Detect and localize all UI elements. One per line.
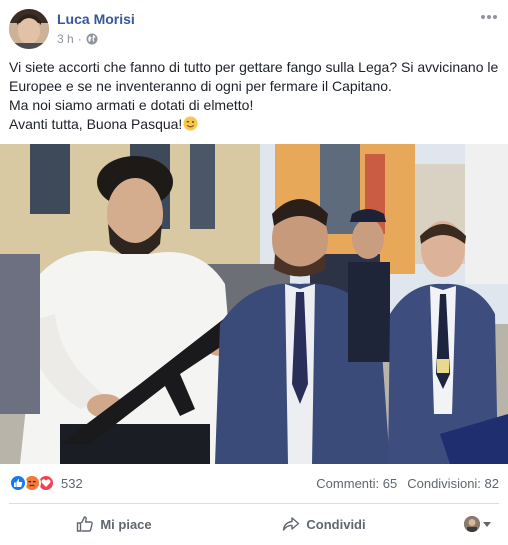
like-button[interactable]: Mi piace	[9, 506, 219, 542]
chevron-down-icon	[483, 521, 491, 527]
thumbs-up-icon	[77, 516, 94, 532]
winking-face-icon	[183, 116, 198, 131]
like-label: Mi piace	[100, 516, 152, 532]
post-time[interactable]: 3 h	[57, 32, 74, 46]
post-photo[interactable]	[0, 144, 508, 464]
viewer-avatar	[464, 516, 480, 532]
share-button[interactable]: Condividi	[219, 506, 429, 542]
reactions-summary[interactable]: 532	[9, 474, 83, 492]
divider	[9, 503, 499, 504]
post-text-line: Vi siete accorti che fanno di tutto per …	[9, 59, 499, 75]
author-avatar[interactable]	[9, 9, 49, 49]
engagement-counts: Commenti: 65 Condivisioni: 82	[316, 476, 499, 491]
action-bar: Mi piace Condividi	[9, 506, 499, 542]
shares-count[interactable]: Condivisioni: 82	[407, 476, 499, 491]
comments-count[interactable]: Commenti: 65	[316, 476, 397, 491]
post-meta: 3 h ·	[57, 32, 98, 46]
like-reaction-icon	[9, 474, 27, 492]
post-text-line: Ma noi siamo armati e dotati di elmetto!	[9, 97, 254, 113]
post-text: Vi siete accorti che fanno di tutto per …	[9, 58, 501, 134]
globe-icon[interactable]	[86, 33, 98, 45]
share-arrow-icon	[283, 517, 300, 531]
share-label: Condividi	[306, 516, 366, 532]
post-as-selector[interactable]	[464, 516, 499, 532]
more-options-icon[interactable]	[478, 8, 500, 26]
post-text-line: Avanti tutta, Buona Pasqua!	[9, 116, 183, 132]
post-text-line-last: Avanti tutta, Buona Pasqua!	[9, 115, 501, 134]
post-text-line: Europee e se ne inventeranno di ogni per…	[9, 78, 392, 94]
facebook-post: Luca Morisi 3 h · Vi siete accorti che f…	[0, 0, 508, 545]
reaction-count: 532	[61, 475, 83, 491]
author-name[interactable]: Luca Morisi	[57, 11, 135, 27]
